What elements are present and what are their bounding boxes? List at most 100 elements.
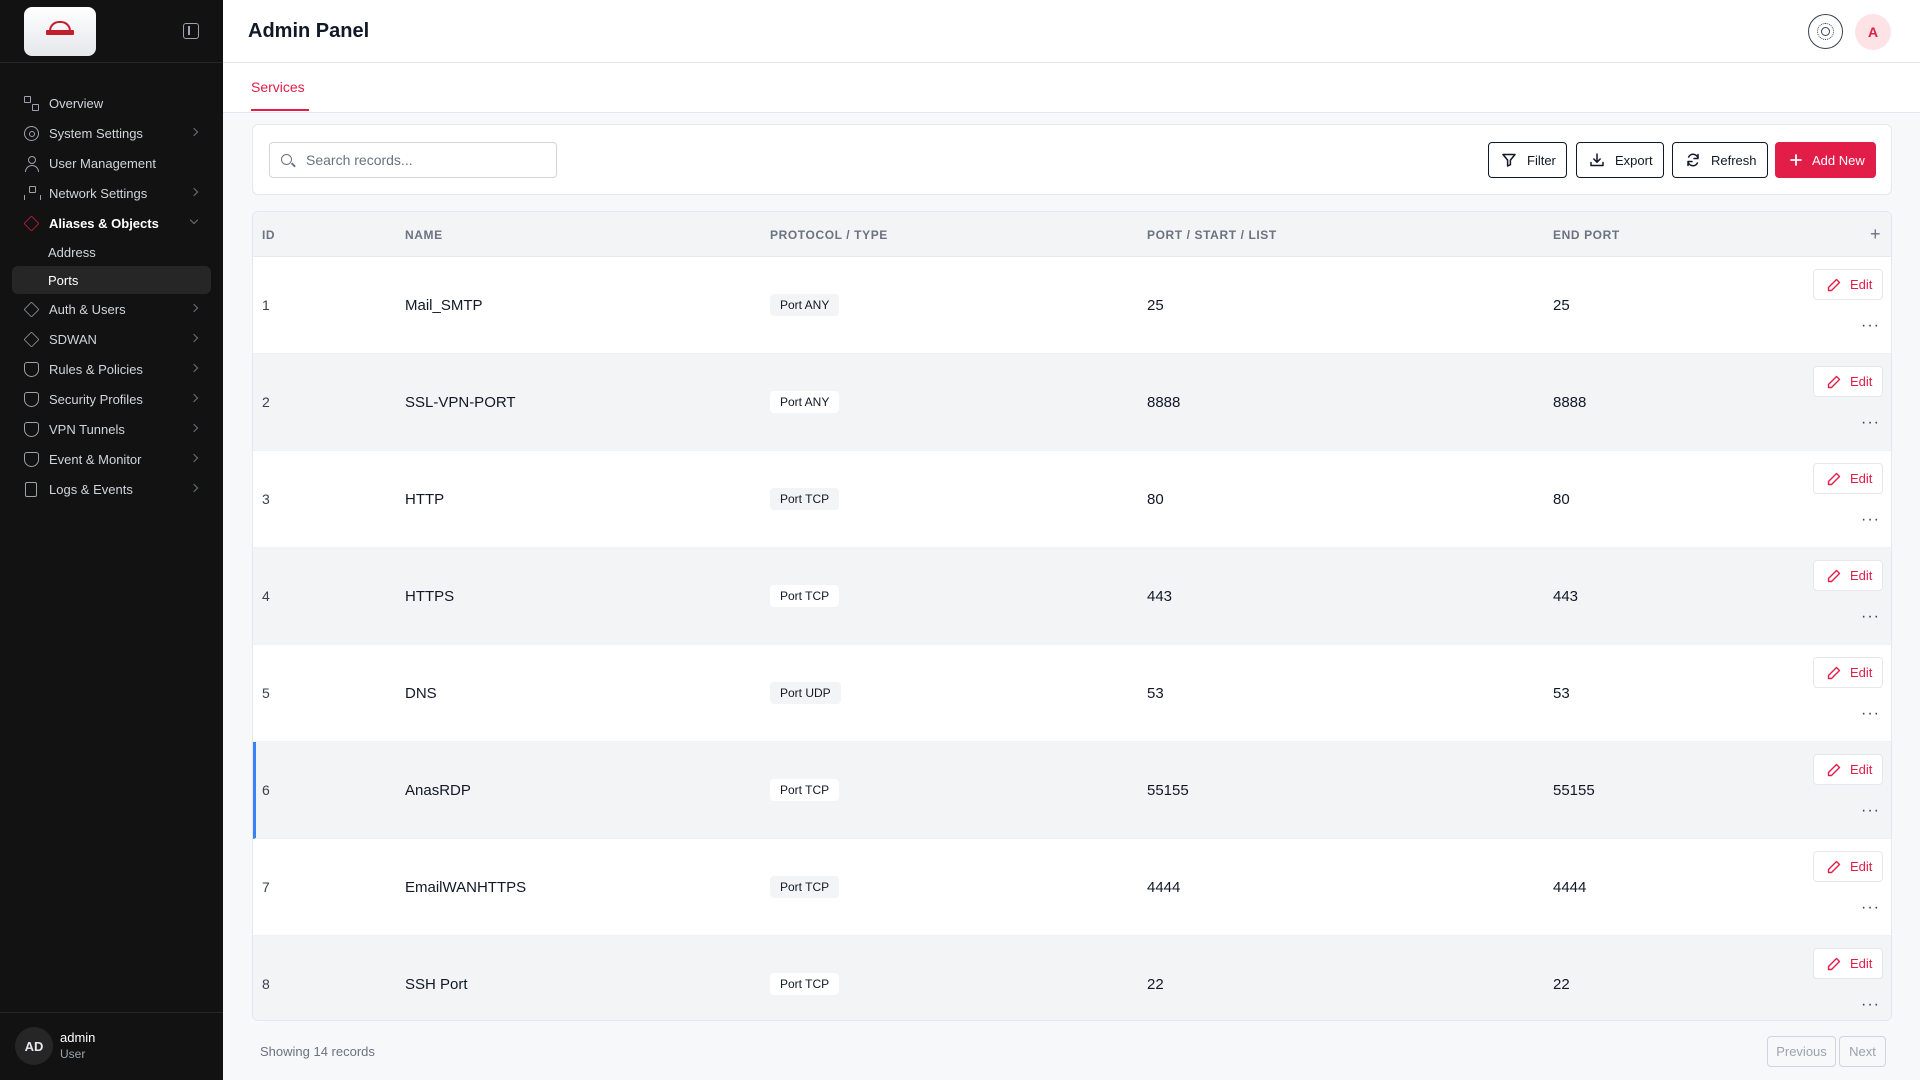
protocol-badge: Port TCP bbox=[770, 585, 840, 607]
more-options-icon[interactable]: ··· bbox=[1861, 996, 1880, 1014]
user-profile[interactable]: AD admin User bbox=[0, 1012, 223, 1080]
edit-label: Edit bbox=[1850, 568, 1873, 583]
column-header-port[interactable]: PORT / START / LIST bbox=[1147, 228, 1277, 242]
pencil-icon bbox=[1827, 472, 1841, 486]
column-header-id[interactable]: ID bbox=[262, 228, 275, 242]
add-column-icon[interactable]: + bbox=[1870, 224, 1881, 245]
sidebar-item-sdwan[interactable]: SDWAN bbox=[12, 324, 211, 354]
edit-button[interactable]: Edit bbox=[1813, 657, 1883, 688]
sidebar-item-label: Network Settings bbox=[49, 185, 148, 201]
edit-button[interactable]: Edit bbox=[1813, 851, 1883, 882]
sidebar-item-overview[interactable]: Overview bbox=[12, 88, 211, 118]
search-input[interactable] bbox=[306, 143, 546, 177]
sidebar-item-auth-users[interactable]: Auth & Users bbox=[12, 294, 211, 324]
pencil-icon bbox=[1827, 375, 1841, 389]
protocol-badge: Port TCP bbox=[770, 488, 840, 510]
table-row-selected[interactable]: 6 AnasRDP Port TCP 55155 55155 Edit ··· bbox=[253, 742, 1891, 839]
more-options-icon[interactable]: ··· bbox=[1861, 511, 1880, 529]
sidebar-item-rules-policies[interactable]: Rules & Policies bbox=[12, 354, 211, 384]
gear-icon bbox=[24, 125, 39, 141]
cell-end-port: 4444 bbox=[1553, 879, 1587, 896]
more-options-icon[interactable]: ··· bbox=[1861, 802, 1880, 820]
shield-icon bbox=[24, 421, 39, 437]
brand-logo[interactable] bbox=[24, 7, 96, 56]
theme-toggle-button[interactable] bbox=[1808, 14, 1843, 49]
add-new-button[interactable]: Add New bbox=[1775, 142, 1876, 178]
edit-button[interactable]: Edit bbox=[1813, 269, 1883, 300]
edit-button[interactable]: Edit bbox=[1813, 366, 1883, 397]
table-row[interactable]: 2 SSL-VPN-PORT Port ANY 8888 8888 Edit ·… bbox=[253, 354, 1891, 451]
sidebar-item-event-monitor[interactable]: Event & Monitor bbox=[12, 444, 211, 474]
cell-end-port: 25 bbox=[1553, 297, 1570, 314]
avatar: AD bbox=[15, 1027, 53, 1065]
sidebar-item-label: VPN Tunnels bbox=[49, 421, 125, 437]
table-row[interactable]: 7 EmailWANHTTPS Port TCP 4444 4444 Edit … bbox=[253, 839, 1891, 936]
sidebar-item-system-settings[interactable]: System Settings bbox=[12, 118, 211, 148]
edit-label: Edit bbox=[1850, 956, 1873, 971]
column-header-name[interactable]: NAME bbox=[405, 228, 443, 242]
sidebar-item-network-settings[interactable]: Network Settings bbox=[12, 178, 211, 208]
sidebar-header bbox=[0, 0, 223, 63]
sidebar-subitem-address[interactable]: Address bbox=[12, 238, 211, 266]
top-header: Admin Panel A bbox=[223, 0, 1920, 63]
edit-label: Edit bbox=[1850, 471, 1873, 486]
sidebar-item-user-management[interactable]: User Management bbox=[12, 148, 211, 178]
sidebar-item-label: Aliases & Objects bbox=[49, 215, 159, 231]
sidebar-item-logs-events[interactable]: Logs & Events bbox=[12, 474, 211, 504]
more-options-icon[interactable]: ··· bbox=[1861, 317, 1880, 335]
tab-services[interactable]: Services bbox=[251, 79, 309, 111]
chevron-right-icon bbox=[189, 363, 199, 373]
filter-label: Filter bbox=[1527, 152, 1556, 168]
cell-id: 2 bbox=[262, 394, 270, 410]
add-new-label: Add New bbox=[1812, 152, 1865, 168]
cell-id: 8 bbox=[262, 976, 270, 992]
table-header: ID NAME PROTOCOL / TYPE PORT / START / L… bbox=[253, 212, 1891, 257]
sidebar-item-aliases-objects[interactable]: Aliases & Objects bbox=[12, 208, 211, 238]
cell-name: HTTPS bbox=[405, 588, 455, 605]
edit-button[interactable]: Edit bbox=[1813, 463, 1883, 494]
cell-name: Mail_SMTP bbox=[405, 297, 483, 314]
cell-port: 25 bbox=[1147, 297, 1164, 314]
table-row[interactable]: 4 HTTPS Port TCP 443 443 Edit ··· bbox=[253, 548, 1891, 645]
filter-button[interactable]: Filter bbox=[1488, 142, 1567, 178]
cell-port: 80 bbox=[1147, 491, 1164, 508]
column-header-protocol[interactable]: PROTOCOL / TYPE bbox=[770, 228, 888, 242]
edit-button[interactable]: Edit bbox=[1813, 754, 1883, 785]
table-row[interactable]: 8 SSH Port Port TCP 22 22 Edit ··· bbox=[253, 936, 1891, 1020]
cell-end-port: 8888 bbox=[1553, 394, 1587, 411]
previous-page-button[interactable]: Previous bbox=[1767, 1036, 1836, 1067]
table-row[interactable]: 5 DNS Port UDP 53 53 Edit ··· bbox=[253, 645, 1891, 742]
sidebar-item-security-profiles[interactable]: Security Profiles bbox=[12, 384, 211, 414]
filter-icon bbox=[1502, 153, 1516, 167]
table-row[interactable]: 1 Mail_SMTP Port ANY 25 25 Edit ··· bbox=[253, 257, 1891, 354]
more-options-icon[interactable]: ··· bbox=[1861, 899, 1880, 917]
sidebar-item-label: Event & Monitor bbox=[49, 451, 142, 467]
export-button[interactable]: Export bbox=[1576, 142, 1664, 178]
edit-label: Edit bbox=[1850, 374, 1873, 389]
cell-name: SSH Port bbox=[405, 976, 468, 993]
cell-port: 53 bbox=[1147, 685, 1164, 702]
refresh-icon bbox=[1686, 153, 1700, 167]
refresh-button[interactable]: Refresh bbox=[1672, 142, 1768, 178]
more-options-icon[interactable]: ··· bbox=[1861, 705, 1880, 723]
table-row[interactable]: 3 HTTP Port TCP 80 80 Edit ··· bbox=[253, 451, 1891, 548]
user-avatar[interactable]: A bbox=[1855, 14, 1891, 50]
page-title: Admin Panel bbox=[248, 20, 370, 42]
user-role: User bbox=[60, 1047, 86, 1061]
edit-label: Edit bbox=[1850, 859, 1873, 874]
more-options-icon[interactable]: ··· bbox=[1861, 414, 1880, 432]
cell-port: 55155 bbox=[1147, 782, 1189, 799]
pencil-icon bbox=[1827, 860, 1841, 874]
chevron-down-icon bbox=[189, 215, 199, 225]
sidebar-collapse-icon[interactable] bbox=[183, 23, 199, 39]
sidebar-item-label: Rules & Policies bbox=[49, 361, 143, 377]
sidebar-item-vpn-tunnels[interactable]: VPN Tunnels bbox=[12, 414, 211, 444]
more-options-icon[interactable]: ··· bbox=[1861, 608, 1880, 626]
next-page-button[interactable]: Next bbox=[1839, 1036, 1886, 1067]
cell-end-port: 443 bbox=[1553, 588, 1579, 605]
edit-button[interactable]: Edit bbox=[1813, 948, 1883, 979]
sidebar-subitem-ports[interactable]: Ports bbox=[12, 266, 211, 294]
sidebar-item-label: Security Profiles bbox=[49, 391, 143, 407]
edit-button[interactable]: Edit bbox=[1813, 560, 1883, 591]
column-header-end-port[interactable]: END PORT bbox=[1553, 228, 1620, 242]
